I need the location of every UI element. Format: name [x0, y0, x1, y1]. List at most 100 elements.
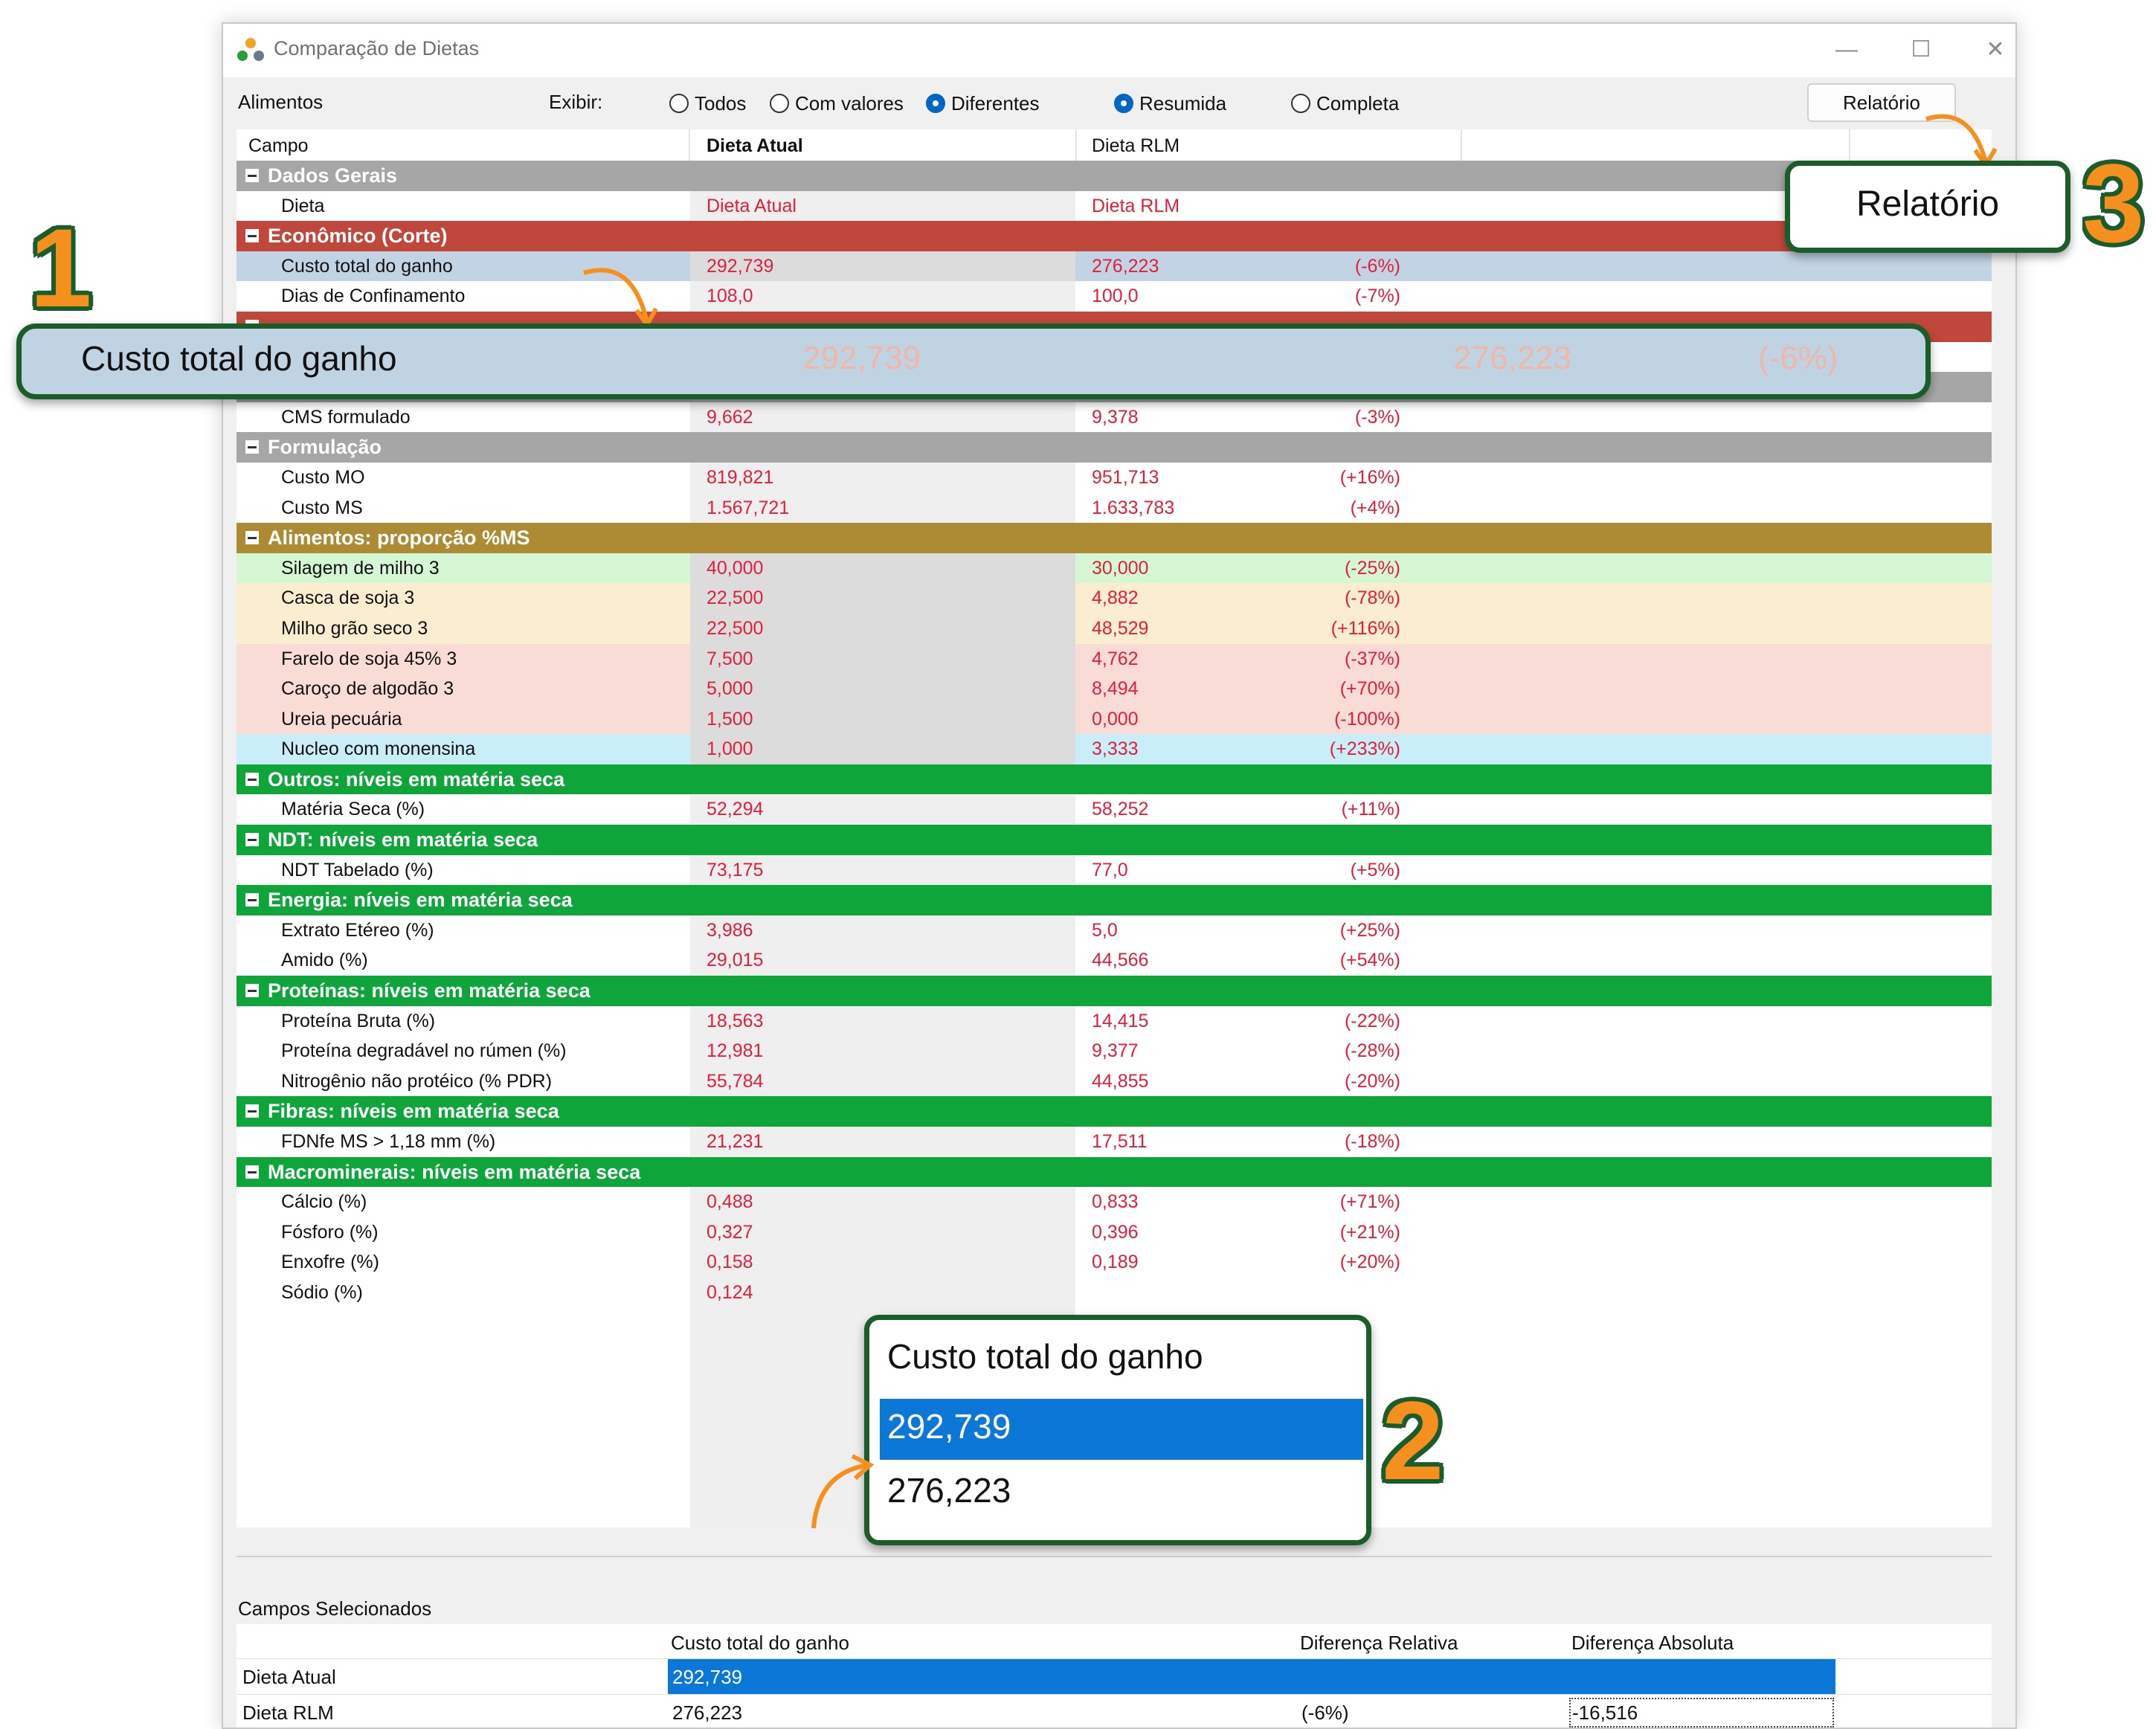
- field-name: Ureia pecuária: [281, 708, 402, 730]
- relative-diff: (-7%): [1354, 286, 1400, 307]
- table-row[interactable]: Nitrogênio não protéico (% PDR) 55,784 44,…: [236, 1066, 1992, 1097]
- exibir-label: Exibir:: [549, 91, 603, 113]
- radio-com-valores[interactable]: Com valores: [770, 90, 904, 117]
- current-diet-value: 12,981: [707, 1040, 764, 1062]
- table-row[interactable]: Custo MS 1.567,721 1.633,783 (+4%): [236, 492, 1992, 524]
- header-dieta-atual[interactable]: Dieta Atual: [707, 135, 803, 157]
- table-row[interactable]: Custo MO 819,821 951,713 (+16%): [236, 462, 1992, 493]
- close-icon[interactable]: ✕: [1969, 31, 2015, 68]
- table-row[interactable]: Proteína Bruta (%) 18,563 14,415 (-22%): [236, 1005, 1992, 1037]
- field-name: Custo total do ganho: [281, 255, 453, 277]
- callout-row-label: Custo total do ganho: [81, 339, 397, 378]
- alimentos-label: Alimentos: [238, 91, 324, 113]
- field-name: Cálcio (%): [281, 1191, 367, 1213]
- current-diet-value: 1,000: [707, 738, 753, 760]
- table-row[interactable]: CMS formulado 9,662 9,378 (-3%): [236, 402, 1992, 433]
- rlm-diet-value: 276,223: [1092, 255, 1159, 277]
- field-name: Proteína Bruta (%): [281, 1010, 436, 1031]
- table-row[interactable]: Ureia pecuária 1,500 0,000 (-100%): [236, 703, 1992, 735]
- header-dieta-rlm[interactable]: Dieta RLM: [1092, 135, 1180, 157]
- sel-row-dieta-atual[interactable]: Dieta Atual 292,739: [236, 1658, 1992, 1695]
- group-row[interactable]: Fibras: níveis em matéria seca: [236, 1096, 1992, 1127]
- table-row[interactable]: Milho grão seco 3 22,500 48,529 (+116%): [236, 613, 1992, 644]
- radio-todos[interactable]: Todos: [669, 90, 746, 117]
- rlm-diet-value: 951,713: [1092, 466, 1159, 488]
- collapse-icon[interactable]: [245, 169, 259, 182]
- relative-diff: (-78%): [1344, 587, 1400, 609]
- callout-selected-fields: Custo total do ganho 292,739 276,223: [864, 1315, 1371, 1545]
- relative-diff: (+21%): [1339, 1221, 1400, 1243]
- relative-diff: (+70%): [1339, 678, 1400, 700]
- table-row[interactable]: Cálcio (%) 0,488 0,833 (+71%): [236, 1187, 1992, 1217]
- table-row[interactable]: Matéria Seca (%) 52,294 58,252 (+11%): [236, 794, 1992, 825]
- table-row[interactable]: Silagem de milho 3 40,000 30,000 (-25%): [236, 553, 1992, 584]
- group-row[interactable]: NDT: níveis em matéria seca: [236, 825, 1992, 855]
- current-diet-value: 3,986: [707, 919, 753, 941]
- group-title: Alimentos: proporção %MS: [268, 527, 530, 550]
- rlm-diet-value: 8,494: [1092, 678, 1139, 700]
- relative-diff: (+54%): [1339, 950, 1400, 971]
- group-row[interactable]: Macrominerais: níveis em matéria seca: [236, 1156, 1992, 1188]
- radio-completa[interactable]: Completa: [1291, 90, 1399, 117]
- current-diet-value: 819,821: [707, 466, 774, 488]
- table-row[interactable]: Sódio (%) 0,124: [236, 1277, 1992, 1308]
- current-diet-value: 18,563: [707, 1010, 764, 1031]
- table-row[interactable]: Proteína degradável no rúmen (%) 12,981 9,…: [236, 1036, 1992, 1066]
- table-row[interactable]: Custo total do ganho 292,739 276,223 (-6%): [236, 251, 1992, 282]
- field-name: FDNfe MS > 1,18 mm (%): [281, 1131, 496, 1152]
- group-row[interactable]: Econômico (Corte): [236, 221, 1992, 251]
- current-diet-value: 52,294: [707, 799, 764, 820]
- collapse-icon[interactable]: [245, 1104, 259, 1118]
- rlm-diet-value: 9,377: [1092, 1040, 1139, 1062]
- collapse-icon[interactable]: [245, 772, 259, 786]
- table-row[interactable]: Dias de Confinamento 108,0 100,0 (-7%): [236, 281, 1992, 312]
- table-row[interactable]: Dieta Dieta Atual Dieta RLM: [236, 190, 1992, 222]
- table-row[interactable]: Fósforo (%) 0,327 0,396 (+21%): [236, 1217, 1992, 1248]
- collapse-icon[interactable]: [245, 440, 259, 454]
- current-diet-value: 292,739: [707, 255, 774, 277]
- title-bar: Comparação de Dietas — ☐ ✕: [223, 24, 2015, 77]
- collapse-icon[interactable]: [245, 984, 259, 998]
- table-row[interactable]: FDNfe MS > 1,18 mm (%) 21,231 17,511 (-18%): [236, 1127, 1992, 1157]
- group-row[interactable]: Energia: níveis em matéria seca: [236, 885, 1992, 915]
- collapse-icon[interactable]: [245, 1165, 259, 1179]
- header-campo[interactable]: Campo: [248, 135, 309, 157]
- collapse-icon[interactable]: [245, 893, 259, 907]
- rlm-diet-value: 44,566: [1092, 950, 1149, 971]
- group-row[interactable]: Proteínas: níveis em matéria seca: [236, 976, 1992, 1006]
- table-row[interactable]: Caroço de algodão 3 5,000 8,494 (+70%): [236, 674, 1992, 704]
- group-row[interactable]: Formulação: [236, 432, 1992, 463]
- table-row[interactable]: Casca de soja 3 22,500 4,882 (-78%): [236, 583, 1992, 614]
- group-title: Econômico (Corte): [268, 225, 448, 248]
- rlm-diet-value: 5,0: [1092, 919, 1118, 941]
- relative-diff: (-20%): [1344, 1070, 1400, 1092]
- collapse-icon[interactable]: [245, 531, 259, 545]
- relative-diff: (+20%): [1339, 1252, 1400, 1273]
- field-name: Dias de Confinamento: [281, 286, 466, 307]
- group-row[interactable]: Alimentos: proporção %MS: [236, 523, 1992, 553]
- table-row[interactable]: Amido (%) 29,015 44,566 (+54%): [236, 945, 1992, 976]
- rlm-diet-value: 1.633,783: [1092, 497, 1175, 518]
- current-diet-value: 22,500: [707, 617, 764, 639]
- sel-header-relative: Diferença Relativa: [1300, 1632, 1458, 1654]
- table-row[interactable]: Nucleo com monensina 1,000 3,333 (+233%): [236, 734, 1992, 764]
- selected-fields-panel: Campos Selecionados Custo total do ganho…: [223, 1556, 2015, 1728]
- rlm-diet-value: 3,333: [1092, 738, 1139, 760]
- radio-diferentes[interactable]: Diferentes: [926, 90, 1040, 117]
- sel-row-dieta-rlm[interactable]: Dieta RLM 276,223 (-6%) -16,516: [236, 1694, 1992, 1728]
- relative-diff: (-37%): [1344, 648, 1400, 669]
- collapse-icon[interactable]: [245, 229, 259, 243]
- toolbar: Alimentos Exibir: Todos Com valores Dife…: [223, 77, 2015, 129]
- table-row[interactable]: Enxofre (%) 0,158 0,189 (+20%): [236, 1247, 1992, 1278]
- field-name: Custo MS: [281, 497, 363, 518]
- group-row[interactable]: Dados Gerais: [236, 161, 1992, 191]
- collapse-icon[interactable]: [245, 833, 259, 847]
- table-row[interactable]: NDT Tabelado (%) 73,175 77,0 (+5%): [236, 854, 1992, 886]
- group-row[interactable]: Outros: níveis em matéria seca: [236, 764, 1992, 795]
- minimize-icon[interactable]: —: [1821, 31, 1873, 68]
- current-diet-value: 40,000: [707, 557, 764, 579]
- table-row[interactable]: Farelo de soja 45% 3 7,500 4,762 (-37%): [236, 643, 1992, 674]
- maximize-icon[interactable]: ☐: [1895, 31, 1947, 68]
- radio-resumida[interactable]: Resumida: [1114, 90, 1226, 117]
- table-row[interactable]: Extrato Etéreo (%) 3,986 5,0 (+25%): [236, 915, 1992, 946]
